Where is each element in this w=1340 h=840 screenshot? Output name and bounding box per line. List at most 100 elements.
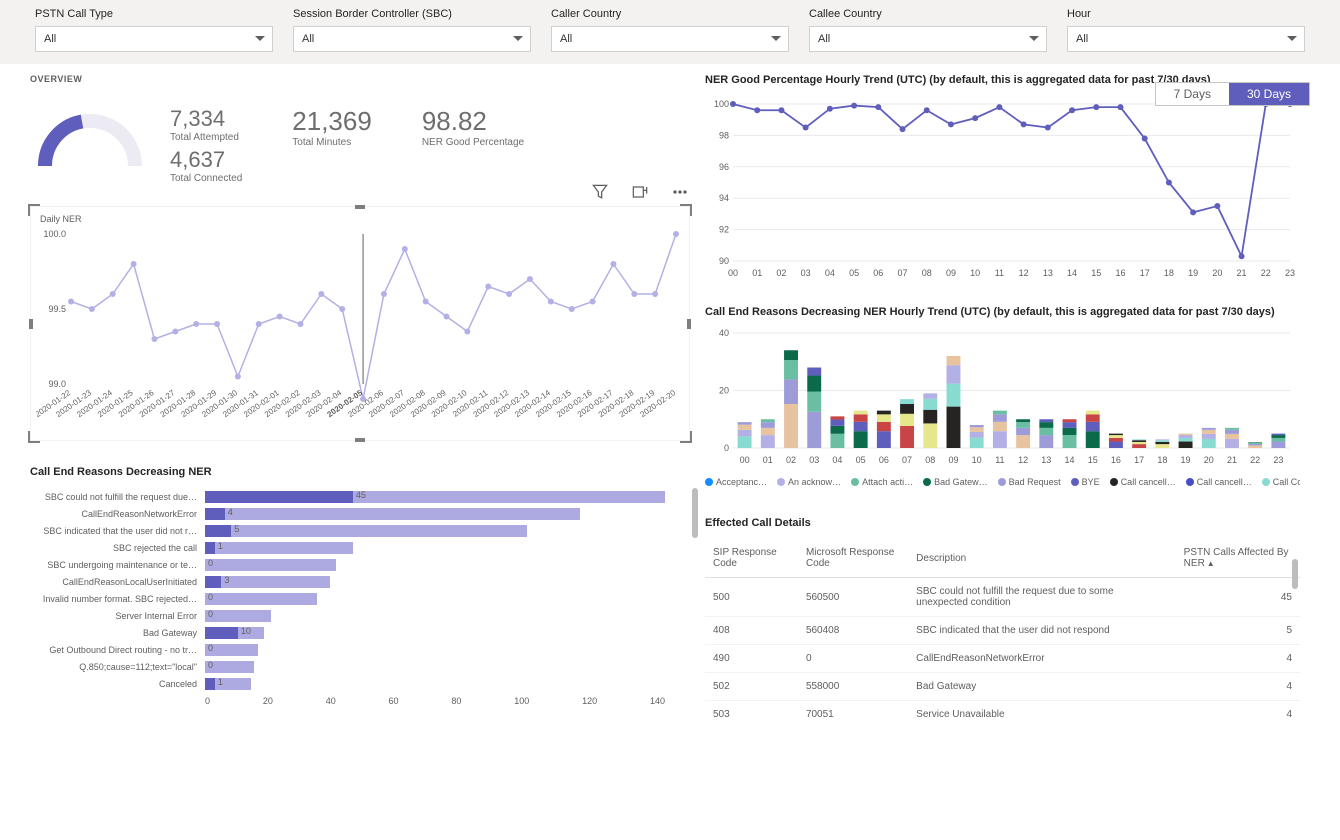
- reasons-card: Call End Reasons Decreasing NER SBC coul…: [30, 466, 690, 706]
- details-card: Effected Call Details SIP Response CodeM…: [705, 517, 1300, 724]
- svg-text:01: 01: [763, 455, 773, 465]
- svg-text:13: 13: [1043, 268, 1053, 278]
- svg-text:12: 12: [1019, 268, 1029, 278]
- legend-item[interactable]: BYE: [1071, 477, 1100, 487]
- more-icon[interactable]: [670, 182, 690, 205]
- svg-text:19: 19: [1188, 268, 1198, 278]
- legend-item[interactable]: Acceptanc…: [705, 477, 767, 487]
- svg-text:15: 15: [1088, 455, 1098, 465]
- dashboard-page: PSTN Call Type AllSession Border Control…: [0, 0, 1340, 840]
- reason-row[interactable]: Q.850;cause=112;text="local" 0: [30, 658, 690, 675]
- legend-item[interactable]: Bad Request: [998, 477, 1061, 487]
- svg-text:08: 08: [925, 455, 935, 465]
- svg-text:20: 20: [1212, 268, 1222, 278]
- svg-text:00: 00: [740, 455, 750, 465]
- svg-text:22: 22: [1261, 268, 1271, 278]
- svg-text:17: 17: [1134, 455, 1144, 465]
- svg-text:07: 07: [902, 455, 912, 465]
- svg-text:18: 18: [1157, 455, 1167, 465]
- svg-text:11: 11: [995, 455, 1004, 465]
- table-scrollbar[interactable]: [1292, 559, 1298, 589]
- svg-text:19: 19: [1181, 455, 1191, 465]
- svg-text:17: 17: [1140, 268, 1150, 278]
- filter-0-select[interactable]: All: [35, 26, 273, 52]
- table-row[interactable]: 500560500SBC could not fulfill the reque…: [705, 578, 1300, 617]
- hourly-reasons-card: Call End Reasons Decreasing NER Hourly T…: [705, 306, 1300, 487]
- reason-row[interactable]: Bad Gateway 10: [30, 624, 690, 641]
- svg-text:11: 11: [995, 268, 1004, 278]
- legend-item[interactable]: Bad Gatew…: [923, 477, 988, 487]
- reason-row[interactable]: CallEndReasonLocalUserInitiated 3: [30, 573, 690, 590]
- hbars-scrollbar[interactable]: [692, 488, 698, 538]
- svg-text:13: 13: [1041, 455, 1051, 465]
- col-header[interactable]: SIP Response Code: [705, 539, 798, 578]
- svg-text:40: 40: [719, 328, 729, 338]
- svg-text:20: 20: [1204, 455, 1214, 465]
- filter-2-select[interactable]: All: [551, 26, 789, 52]
- legend-item[interactable]: Call cancell…: [1110, 477, 1176, 487]
- svg-text:21: 21: [1227, 455, 1237, 465]
- col-header[interactable]: Microsoft Response Code: [798, 539, 908, 578]
- details-table[interactable]: SIP Response CodeMicrosoft Response Code…: [705, 539, 1300, 724]
- svg-text:100.0: 100.0: [43, 229, 66, 239]
- overview-title: OVERVIEW: [30, 74, 690, 84]
- time-range-toggle: 7 Days 30 Days: [1155, 82, 1310, 106]
- reason-row[interactable]: Canceled 1: [30, 675, 690, 692]
- kpi-minutes: 21,369: [292, 106, 372, 137]
- svg-text:96: 96: [719, 162, 729, 172]
- svg-text:99.5: 99.5: [48, 304, 66, 314]
- hourly-reasons-chart[interactable]: 0204000010203040506070809101112131415161…: [705, 328, 1300, 468]
- svg-text:04: 04: [832, 455, 842, 465]
- filter-label: Hour: [1067, 8, 1305, 20]
- reasons-legend: Acceptanc… An acknow… Attach acti… Bad Gate…: [705, 476, 1300, 487]
- col-header[interactable]: PSTN Calls Affected By NER▲: [1176, 539, 1300, 578]
- daily-ner-chart[interactable]: Daily NER 99.099.5100.02020-01-222020-01…: [30, 206, 690, 441]
- svg-text:14: 14: [1065, 455, 1075, 465]
- reason-row[interactable]: Invalid number format. SBC rejected… 0: [30, 590, 690, 607]
- toggle-30days[interactable]: 30 Days: [1229, 83, 1309, 105]
- svg-text:16: 16: [1115, 268, 1125, 278]
- reason-row[interactable]: Get Outbound Direct routing - no tr… 0: [30, 641, 690, 658]
- svg-text:05: 05: [856, 455, 866, 465]
- table-row[interactable]: 4900CallEndReasonNetworkError4: [705, 645, 1300, 673]
- filter-bar: PSTN Call Type AllSession Border Control…: [0, 0, 1340, 64]
- svg-text:12: 12: [1018, 455, 1028, 465]
- svg-text:06: 06: [873, 268, 883, 278]
- svg-text:22: 22: [1250, 455, 1260, 465]
- svg-text:21: 21: [1237, 268, 1247, 278]
- filter-icon[interactable]: [590, 182, 610, 205]
- legend-item[interactable]: Call cancell…: [1186, 477, 1252, 487]
- svg-text:90: 90: [719, 256, 729, 266]
- toggle-7days[interactable]: 7 Days: [1156, 83, 1229, 105]
- svg-text:09: 09: [946, 268, 956, 278]
- reason-row[interactable]: SBC could not fulfill the request due… 4…: [30, 488, 690, 505]
- table-row[interactable]: 408560408SBC indicated that the user did…: [705, 617, 1300, 645]
- legend-item[interactable]: Call Contr…: [1262, 477, 1300, 487]
- svg-text:99.0: 99.0: [48, 379, 66, 389]
- kpi-attempted: 7,334: [170, 106, 242, 132]
- legend-item[interactable]: Attach acti…: [851, 477, 913, 487]
- table-row[interactable]: 50370051Service Unavailable4: [705, 701, 1300, 725]
- svg-text:09: 09: [948, 455, 958, 465]
- col-header[interactable]: Description: [908, 539, 1176, 578]
- focus-icon[interactable]: [630, 182, 650, 205]
- svg-text:100: 100: [714, 99, 729, 109]
- filter-4-select[interactable]: All: [1067, 26, 1305, 52]
- filter-1-select[interactable]: All: [293, 26, 531, 52]
- svg-text:20: 20: [719, 386, 729, 396]
- reason-row[interactable]: SBC indicated that the user did not r… 5: [30, 522, 690, 539]
- kpi-connected: 4,637: [170, 147, 242, 173]
- table-row[interactable]: 502558000Bad Gateway4: [705, 673, 1300, 701]
- legend-item[interactable]: An acknow…: [777, 477, 841, 487]
- filter-label: PSTN Call Type: [35, 8, 273, 20]
- filter-label: Callee Country: [809, 8, 1047, 20]
- filter-3-select[interactable]: All: [809, 26, 1047, 52]
- reason-row[interactable]: SBC rejected the call 1: [30, 539, 690, 556]
- hourly-ner-chart[interactable]: 9092949698100000102030405060708091011121…: [705, 96, 1300, 281]
- reason-row[interactable]: CallEndReasonNetworkError 4: [30, 505, 690, 522]
- svg-text:92: 92: [719, 225, 729, 235]
- reason-row[interactable]: SBC undergoing maintenance or te… 0: [30, 556, 690, 573]
- svg-text:04: 04: [825, 268, 835, 278]
- reason-row[interactable]: Server Internal Error 0: [30, 607, 690, 624]
- svg-text:16: 16: [1111, 455, 1121, 465]
